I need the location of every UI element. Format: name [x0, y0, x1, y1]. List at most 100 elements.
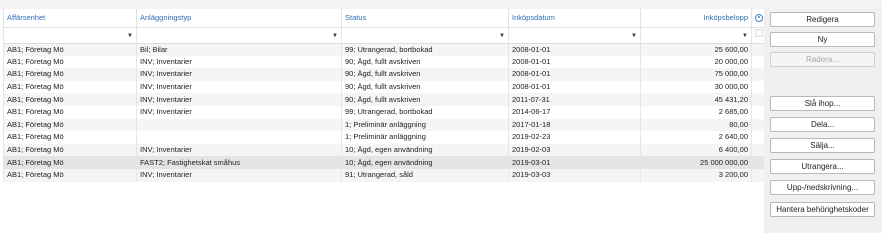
cell-status[interactable]: 99; Utrangerad, bortbokad	[341, 105, 509, 119]
cell-asset-type[interactable]: INV; Inventarier	[136, 80, 342, 94]
cell-status[interactable]: 90; Ägd, fullt avskriven	[341, 68, 509, 81]
cell-status[interactable]: 90; Ägd, fullt avskriven	[341, 80, 509, 94]
cell-asset-type[interactable]: INV; Inventarier	[136, 105, 342, 119]
cell-business-unit[interactable]: AB1; Företag Mö	[3, 105, 137, 119]
cell-purchase-amount[interactable]: 2 685,00	[640, 105, 752, 119]
cell-asset-type[interactable]: Bil; Bilar	[136, 43, 342, 56]
cell-spacer	[751, 93, 765, 106]
filter-clear-icon[interactable]	[755, 29, 763, 37]
cell-purchase-amount[interactable]: 30 000,00	[640, 80, 752, 94]
column-header-status[interactable]: Status	[341, 9, 509, 28]
cell-asset-type[interactable]	[136, 131, 342, 144]
table-row[interactable]: AB1; Företag Mö INV; Inventarier 90; Ägd, …	[3, 68, 765, 81]
cell-business-unit[interactable]: AB1; Företag Mö	[3, 131, 137, 144]
cell-purchase-amount[interactable]: 6 400,00	[640, 143, 752, 157]
cell-purchase-amount[interactable]: 25 600,00	[640, 43, 752, 56]
cell-purchase-date[interactable]: 2019-02-03	[508, 143, 641, 157]
filter-purchase-date[interactable]: ▼	[508, 26, 641, 44]
sell-button[interactable]: Sälja...	[770, 138, 875, 153]
cell-purchase-amount[interactable]: 45 431,20	[640, 93, 752, 106]
cell-status[interactable]: 10; Ägd, egen användning	[341, 143, 509, 157]
cell-business-unit[interactable]: AB1; Företag Mö	[3, 168, 137, 182]
cell-asset-type[interactable]	[136, 118, 342, 132]
table-row[interactable]: AB1; Företag Mö INV; Inventarier 90; Ägd, …	[3, 93, 765, 106]
filter-clear[interactable]	[751, 26, 765, 44]
cell-purchase-date[interactable]: 2008-01-01	[508, 80, 641, 94]
cell-status[interactable]: 99; Utrangerad, bortbokad	[341, 43, 509, 56]
cell-status[interactable]: 1; Preliminär anläggning	[341, 118, 509, 132]
cell-asset-type[interactable]: INV; Inventarier	[136, 143, 342, 157]
cell-business-unit[interactable]: AB1; Företag Mö	[3, 80, 137, 94]
table-row[interactable]: AB1; Företag Mö INV; Inventarier 99; Utran…	[3, 105, 765, 119]
manage-permissions-button[interactable]: Hantera behörighetskoder	[770, 202, 875, 217]
filter-business-unit[interactable]: ▼	[3, 26, 137, 44]
chevron-down-icon[interactable]: ▼	[127, 33, 133, 39]
table-row[interactable]: AB1; Företag Mö FAST2; Fastighetskat småh…	[3, 156, 765, 169]
table-row[interactable]: AB1; Företag Mö INV; Inventarier 90; Ägd, …	[3, 55, 765, 69]
cell-purchase-amount[interactable]: 25 000 000,00	[640, 156, 752, 169]
filter-row: ▼ ▼ ▼ ▼ ▼	[3, 26, 765, 44]
cell-status[interactable]: 1; Preliminär anläggning	[341, 131, 509, 144]
gear-icon[interactable]	[755, 13, 763, 22]
table-row[interactable]: AB1; Företag Mö Bil; Bilar 99; Utrangerad,…	[3, 43, 765, 56]
cell-asset-type[interactable]: INV; Inventarier	[136, 168, 342, 182]
table-row[interactable]: AB1; Företag Mö 1; Preliminär anläggning 2…	[3, 131, 765, 144]
writeup-button[interactable]: Upp-/nedskrivning...	[770, 180, 875, 195]
column-header-business-unit[interactable]: Affärsenhet	[3, 9, 137, 28]
cell-purchase-date[interactable]: 2014-06-17	[508, 105, 641, 119]
cell-purchase-date[interactable]: 2019-02-23	[508, 131, 641, 144]
cell-asset-type[interactable]: INV; Inventarier	[136, 68, 342, 81]
new-button[interactable]: Ny	[770, 32, 875, 47]
cell-purchase-amount[interactable]: 80,00	[640, 118, 752, 132]
header-row: Affärsenhet Anläggningstyp Status Inköps…	[3, 9, 765, 28]
filter-purchase-amount[interactable]: ▼	[640, 26, 752, 44]
cell-business-unit[interactable]: AB1; Företag Mö	[3, 68, 137, 81]
cell-business-unit[interactable]: AB1; Företag Mö	[3, 93, 137, 106]
cell-business-unit[interactable]: AB1; Företag Mö	[3, 143, 137, 157]
cell-asset-type[interactable]: INV; Inventarier	[136, 93, 342, 106]
cell-purchase-date[interactable]: 2017-01-18	[508, 118, 641, 132]
column-settings[interactable]	[751, 9, 765, 28]
table-row[interactable]: AB1; Företag Mö INV; Inventarier 10; Ägd, …	[3, 143, 765, 157]
cell-spacer	[751, 68, 765, 81]
chevron-down-icon[interactable]: ▼	[499, 33, 505, 39]
cell-business-unit[interactable]: AB1; Företag Mö	[3, 43, 137, 56]
cell-asset-type[interactable]: FAST2; Fastighetskat småhus	[136, 156, 342, 169]
cell-purchase-date[interactable]: 2019-03-03	[508, 168, 641, 182]
cell-purchase-amount[interactable]: 2 640,00	[640, 131, 752, 144]
column-header-asset-type[interactable]: Anläggningstyp	[136, 9, 342, 28]
chevron-down-icon[interactable]: ▼	[332, 33, 338, 39]
cell-asset-type[interactable]: INV; Inventarier	[136, 55, 342, 69]
table-row[interactable]: AB1; Företag Mö 1; Preliminär anläggning 2…	[3, 118, 765, 132]
cell-purchase-date[interactable]: 2008-01-01	[508, 68, 641, 81]
cell-purchase-date[interactable]: 2011-07-31	[508, 93, 641, 106]
delete-button[interactable]: Radera...	[770, 52, 875, 67]
cell-status[interactable]: 90; Ägd, fullt avskriven	[341, 55, 509, 69]
filter-status[interactable]: ▼	[341, 26, 509, 44]
cell-purchase-date[interactable]: 2019-03-01	[508, 156, 641, 169]
cell-purchase-amount[interactable]: 75 000,00	[640, 68, 752, 81]
merge-button[interactable]: Slå ihop...	[770, 96, 875, 111]
column-header-purchase-amount[interactable]: Inköpsbelopp	[640, 9, 752, 28]
scrap-button[interactable]: Utrangera...	[770, 159, 875, 174]
cell-purchase-amount[interactable]: 3 200,00	[640, 168, 752, 182]
edit-button[interactable]: Redigera	[770, 12, 875, 27]
chevron-down-icon[interactable]: ▼	[742, 33, 748, 39]
column-header-purchase-date[interactable]: Inköpsdatum	[508, 9, 641, 28]
table-row[interactable]: AB1; Företag Mö INV; Inventarier 90; Ägd, …	[3, 80, 765, 94]
cell-business-unit[interactable]: AB1; Företag Mö	[3, 118, 137, 132]
chevron-down-icon[interactable]: ▼	[631, 33, 637, 39]
cell-status[interactable]: 10; Ägd, egen användning	[341, 156, 509, 169]
table-row[interactable]: AB1; Företag Mö INV; Inventarier 91; Utran…	[3, 168, 765, 182]
cell-purchase-date[interactable]: 2008-01-01	[508, 55, 641, 69]
cell-purchase-date[interactable]: 2008-01-01	[508, 43, 641, 56]
cell-business-unit[interactable]: AB1; Företag Mö	[3, 55, 137, 69]
split-button[interactable]: Dela...	[770, 117, 875, 132]
cell-spacer	[751, 156, 765, 169]
filter-asset-type[interactable]: ▼	[136, 26, 342, 44]
cell-status[interactable]: 90; Ägd, fullt avskriven	[341, 93, 509, 106]
cell-status[interactable]: 91; Utrangerad, såld	[341, 168, 509, 182]
asset-table: Affärsenhet Anläggningstyp Status Inköps…	[3, 9, 765, 182]
cell-purchase-amount[interactable]: 20 000,00	[640, 55, 752, 69]
cell-business-unit[interactable]: AB1; Företag Mö	[3, 156, 137, 169]
